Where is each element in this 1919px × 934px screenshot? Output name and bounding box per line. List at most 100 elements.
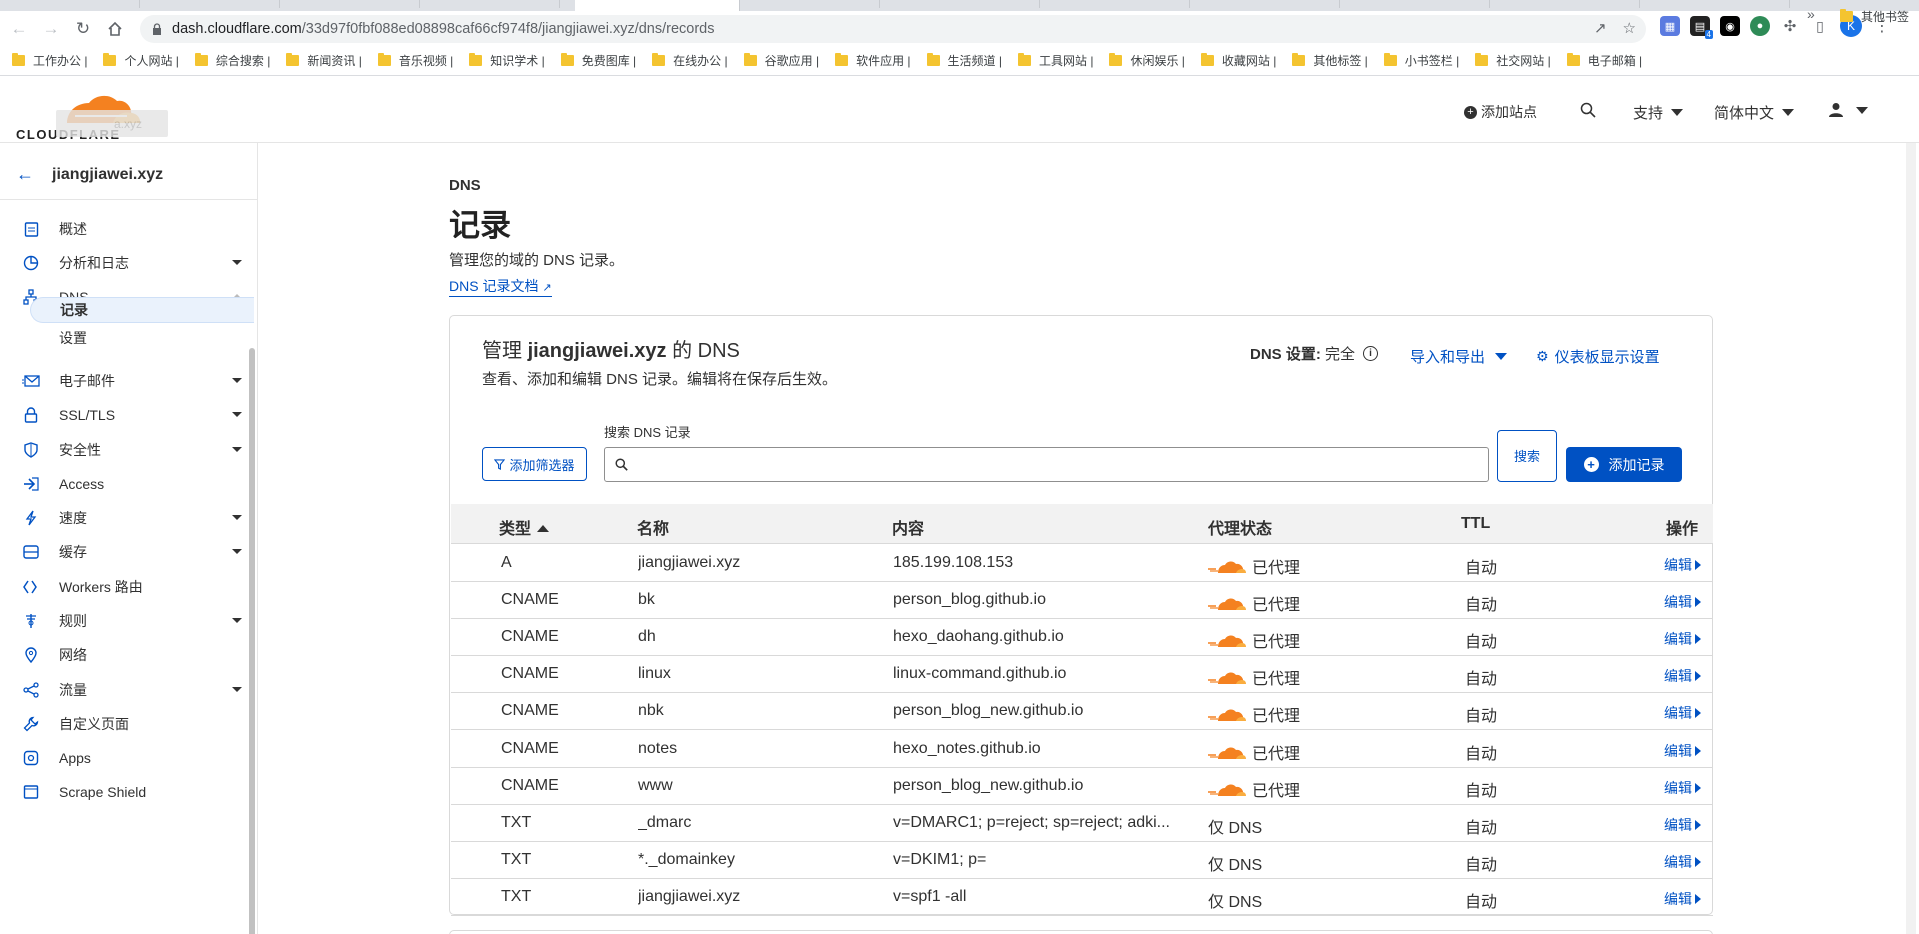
sidebar-item-5[interactable]: 安全性 bbox=[0, 435, 250, 465]
back-icon[interactable]: ← bbox=[6, 16, 32, 42]
browser-tab[interactable] bbox=[740, 0, 880, 8]
edit-record-button[interactable]: 编辑 bbox=[1664, 889, 1701, 909]
edit-record-button[interactable]: 编辑 bbox=[1664, 629, 1701, 649]
bookmark-folder[interactable]: 休闲娱乐 | bbox=[1109, 52, 1185, 69]
browser-tab[interactable] bbox=[1500, 0, 1640, 8]
bookmark-folder[interactable]: 知识学术 | bbox=[469, 52, 545, 69]
bookmark-star-icon[interactable]: ☆ bbox=[1623, 19, 1636, 37]
dns-sub-records[interactable]: 记录 bbox=[30, 297, 254, 323]
column-header-proxy[interactable]: 代理状态 bbox=[1208, 515, 1272, 539]
table-row[interactable]: CNAME notes hexo_notes.github.io 已代理 自动 编辑 bbox=[451, 731, 1713, 768]
bookmark-folder[interactable]: 新闻资讯 | bbox=[286, 52, 362, 69]
bookmark-folder[interactable]: 社交网站 | bbox=[1475, 52, 1551, 69]
search-icon[interactable] bbox=[1580, 102, 1596, 118]
sidebar-item-13[interactable]: 自定义页面 bbox=[0, 709, 250, 739]
sidebar-item-workers[interactable]: Workers 路由 bbox=[0, 572, 250, 602]
import-export-button[interactable]: 导入和导出 bbox=[1410, 346, 1508, 367]
bookmark-folder[interactable]: 综合搜索 | bbox=[194, 52, 270, 69]
browser-tab[interactable] bbox=[140, 0, 280, 8]
extension-icon[interactable]: ▤ 4 bbox=[1690, 16, 1713, 39]
table-row[interactable]: TXT _dmarc v=DMARC1; p=reject; sp=reject; … bbox=[451, 805, 1713, 842]
edit-record-button[interactable]: 编辑 bbox=[1664, 666, 1701, 686]
browser-tab[interactable] bbox=[1350, 0, 1490, 8]
bookmark-folder[interactable]: 生活频道 | bbox=[926, 52, 1002, 69]
browser-tab[interactable] bbox=[1050, 0, 1190, 8]
user-menu[interactable] bbox=[1828, 102, 1868, 118]
bookmark-folder[interactable]: 在线办公 | bbox=[652, 52, 728, 69]
column-header-name[interactable]: 名称 bbox=[637, 515, 669, 539]
edit-record-button[interactable]: 编辑 bbox=[1664, 778, 1701, 798]
search-button[interactable]: 搜索 bbox=[1497, 430, 1557, 482]
sidebar-item-11[interactable]: 网络 bbox=[0, 640, 250, 670]
table-row[interactable]: CNAME bk person_blog.github.io 已代理 自动 编辑 bbox=[451, 582, 1713, 620]
sidebar-scrollbar[interactable] bbox=[249, 348, 255, 934]
sidebar-item-scrape-shield[interactable]: Scrape Shield bbox=[0, 777, 250, 807]
browser-tab[interactable] bbox=[1200, 0, 1340, 8]
add-record-button[interactable]: + 添加记录 bbox=[1566, 447, 1682, 482]
edit-record-button[interactable]: 编辑 bbox=[1664, 815, 1701, 835]
table-row[interactable]: Ajiangjiawei.xyz 185.199.108.153 已代理 自动 编辑 bbox=[451, 545, 1713, 582]
bookmark-folder[interactable]: 个人网站 | bbox=[103, 52, 179, 69]
sidebar-item-8[interactable]: 缓存 bbox=[0, 537, 250, 567]
share-icon[interactable]: ↗ bbox=[1594, 19, 1607, 37]
edit-record-button[interactable]: 编辑 bbox=[1664, 852, 1701, 872]
dashboard-display-settings-button[interactable]: ⚙ 仪表板显示设置 bbox=[1536, 346, 1660, 367]
table-row[interactable]: TXT *._domainkey v=DKIM1; p= 仅 DNS 自动 编辑 bbox=[451, 842, 1713, 879]
sidebar-item-apps[interactable]: Apps bbox=[0, 743, 250, 773]
extension-icon[interactable]: ◉ bbox=[1720, 16, 1740, 36]
sidebar-item-3[interactable]: 电子邮件 bbox=[0, 366, 250, 396]
bookmark-folder[interactable]: 收藏网站 | bbox=[1200, 52, 1276, 69]
other-bookmarks[interactable]: 其他书签 bbox=[1840, 8, 1909, 25]
forward-icon[interactable]: → bbox=[38, 16, 64, 42]
bookmark-folder[interactable]: 谷歌应用 | bbox=[743, 52, 819, 69]
bookmark-folder[interactable]: 电子邮箱 | bbox=[1566, 52, 1642, 69]
bookmark-folder[interactable]: 小书签栏 | bbox=[1383, 52, 1459, 69]
bookmark-folder[interactable]: 软件应用 | bbox=[835, 52, 911, 69]
bookmark-folder[interactable]: 工具网站 | bbox=[1017, 52, 1093, 69]
table-row[interactable]: CNAME nbk person_blog_new.github.io 已代理 自动 编辑 bbox=[451, 693, 1713, 731]
sidebar-item-ssl-tls[interactable]: SSL/TLS bbox=[0, 400, 250, 430]
bookmark-folder[interactable]: 其他标签 | bbox=[1292, 52, 1368, 69]
bookmark-folder[interactable]: 音乐视频 | bbox=[377, 52, 453, 69]
puzzle-icon[interactable]: ✣ bbox=[1780, 16, 1800, 36]
table-row[interactable]: CNAME linux linux-command.github.io 已代理 自动 编辑 bbox=[451, 656, 1713, 694]
browser-tab[interactable] bbox=[420, 0, 560, 8]
edit-record-button[interactable]: 编辑 bbox=[1664, 592, 1701, 612]
browser-tab[interactable] bbox=[1650, 0, 1790, 8]
table-row[interactable]: CNAME www person_blog_new.github.io 已代理 自动 编辑 bbox=[451, 768, 1713, 805]
table-row[interactable]: CNAME dh hexo_daohang.github.io 已代理 自动 编辑 bbox=[451, 619, 1713, 657]
reload-icon[interactable]: ↻ bbox=[70, 16, 96, 42]
edit-record-button[interactable]: 编辑 bbox=[1664, 703, 1701, 723]
column-header-type[interactable]: 类型 bbox=[499, 515, 550, 539]
sidebar-item-access[interactable]: Access bbox=[0, 469, 250, 499]
bookmarks-overflow-icon[interactable]: » bbox=[1807, 6, 1815, 22]
info-icon[interactable]: i bbox=[1363, 346, 1379, 361]
browser-tab-active[interactable] bbox=[575, 0, 740, 11]
edit-record-button[interactable]: 编辑 bbox=[1664, 741, 1701, 761]
bookmark-folder[interactable]: 工作办公 | bbox=[12, 52, 87, 69]
sidebar-item-12[interactable]: 流量 bbox=[0, 675, 250, 705]
browser-tab[interactable] bbox=[280, 0, 420, 8]
browser-tab[interactable] bbox=[0, 0, 140, 8]
dns-docs-link[interactable]: DNS 记录文档 ↗ bbox=[449, 278, 552, 297]
language-menu[interactable]: 简体中文 bbox=[1714, 102, 1795, 123]
sidebar-item-1[interactable]: 分析和日志 bbox=[0, 248, 250, 278]
add-filter-button[interactable]: 添加筛选器 bbox=[482, 447, 587, 481]
column-header-ttl[interactable]: TTL bbox=[1461, 515, 1490, 533]
support-menu[interactable]: 支持 bbox=[1633, 102, 1684, 123]
page-scrollbar[interactable] bbox=[1906, 143, 1916, 934]
table-row[interactable]: TXT jiangjiawei.xyz v=spf1 -all 仅 DNS 自动 编辑 bbox=[451, 879, 1713, 916]
extension-icon[interactable]: ▦ bbox=[1660, 16, 1680, 36]
sidebar-item-7[interactable]: 速度 bbox=[0, 503, 250, 533]
add-site-button[interactable]: + 添加站点 bbox=[1464, 102, 1537, 122]
edit-record-button[interactable]: 编辑 bbox=[1664, 555, 1701, 575]
omnibox[interactable]: dash.cloudflare.com/33d97f0fbf088ed08898… bbox=[140, 15, 1646, 43]
back-to-domains[interactable]: ← jiangjiawei.xyz bbox=[16, 164, 163, 185]
sidebar-item-0[interactable]: 概述 bbox=[0, 214, 250, 244]
extension-icon[interactable]: ● bbox=[1750, 16, 1770, 36]
sidebar-item-10[interactable]: 规则 bbox=[0, 606, 250, 636]
column-header-content[interactable]: 内容 bbox=[892, 515, 924, 539]
dns-search-input[interactable] bbox=[604, 447, 1489, 482]
home-icon[interactable] bbox=[102, 16, 128, 42]
bookmark-folder[interactable]: 免费图库 | bbox=[560, 52, 636, 69]
